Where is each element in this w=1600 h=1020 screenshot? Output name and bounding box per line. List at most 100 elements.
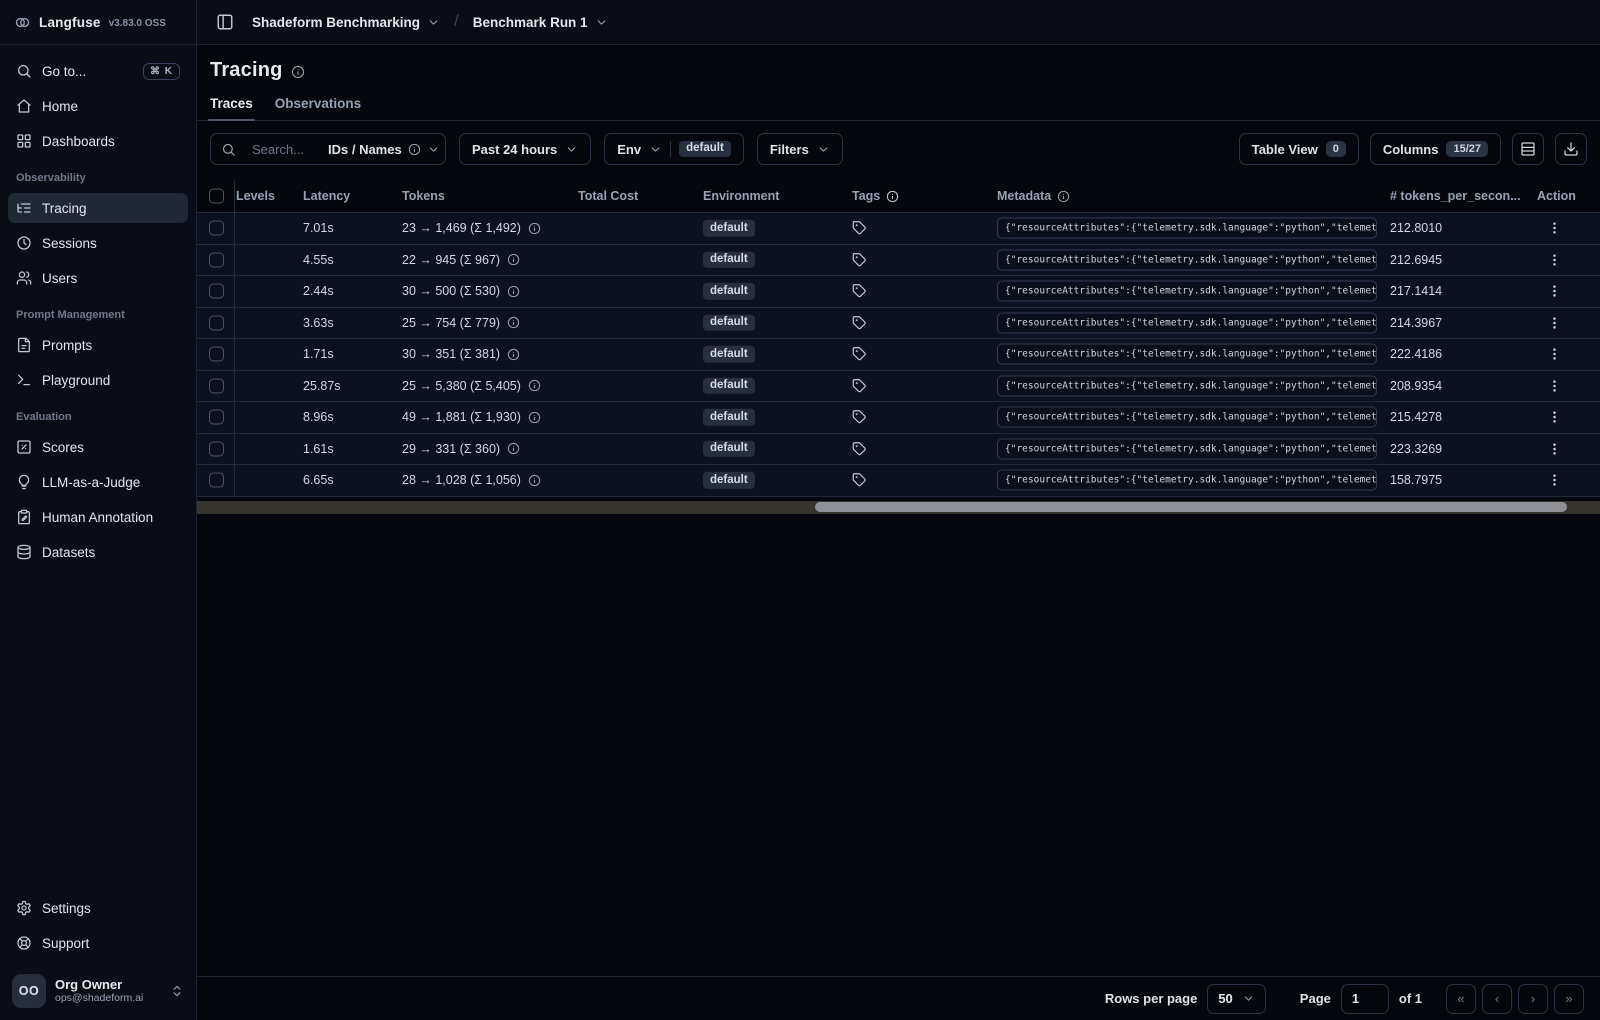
metadata-cell[interactable]: {"resourceAttributes":{"telemetry.sdk.la… (997, 217, 1377, 239)
info-icon[interactable] (507, 316, 520, 329)
table-row[interactable]: 4.55s 22 → 945 (Σ 967) default {"resourc… (197, 244, 1600, 276)
sidebar-item-human-annotation[interactable]: Human Annotation (8, 502, 188, 532)
row-height-button[interactable] (1512, 133, 1544, 165)
table-row[interactable]: 2.44s 30 → 500 (Σ 530) default {"resourc… (197, 276, 1600, 308)
sidebar-item-settings[interactable]: Settings (8, 893, 188, 923)
horizontal-scrollbar[interactable] (197, 500, 1600, 514)
sidebar-item-support[interactable]: Support (8, 928, 188, 958)
row-checkbox[interactable] (209, 441, 224, 457)
row-checkbox[interactable] (209, 252, 224, 268)
header-tokens-per-second[interactable]: # tokens_per_secon... (1390, 189, 1521, 203)
search-box[interactable]: IDs / Names (210, 133, 446, 165)
select-all-checkbox[interactable] (209, 188, 224, 204)
table-row[interactable]: 7.01s 23 → 1,469 (Σ 1,492) default {"res… (197, 213, 1600, 245)
info-icon[interactable] (528, 411, 541, 424)
row-actions-button[interactable] (1547, 473, 1562, 488)
tab-traces[interactable]: Traces (208, 96, 255, 121)
header-tokens[interactable]: Tokens (402, 189, 445, 203)
table-row[interactable]: 3.63s 25 → 754 (Σ 779) default {"resourc… (197, 307, 1600, 339)
sidebar-item-scores[interactable]: Scores (8, 432, 188, 462)
header-tags[interactable]: Tags (852, 189, 899, 203)
metadata-chip[interactable]: {"resourceAttributes":{"telemetry.sdk.la… (997, 280, 1377, 302)
metadata-cell[interactable]: {"resourceAttributes":{"telemetry.sdk.la… (997, 343, 1377, 365)
header-environment[interactable]: Environment (703, 189, 779, 203)
columns-button[interactable]: Columns 15/27 (1369, 133, 1501, 165)
tags-button[interactable] (852, 410, 867, 425)
info-icon[interactable] (507, 442, 520, 455)
metadata-cell[interactable]: {"resourceAttributes":{"telemetry.sdk.la… (997, 280, 1377, 302)
tags-button[interactable] (852, 252, 867, 267)
row-actions-button[interactable] (1547, 378, 1562, 393)
metadata-cell[interactable]: {"resourceAttributes":{"telemetry.sdk.la… (997, 406, 1377, 428)
info-icon[interactable] (528, 222, 541, 235)
metadata-chip[interactable]: {"resourceAttributes":{"telemetry.sdk.la… (997, 217, 1377, 239)
search-type-selector[interactable]: IDs / Names (328, 142, 440, 157)
env-filter-dropdown[interactable]: Env default (604, 133, 744, 165)
sidebar-item-datasets[interactable]: Datasets (8, 537, 188, 567)
filters-dropdown[interactable]: Filters (756, 133, 843, 165)
table-row[interactable]: 25.87s 25 → 5,380 (Σ 5,405) default {"re… (197, 370, 1600, 402)
row-checkbox[interactable] (209, 346, 224, 362)
metadata-cell[interactable]: {"resourceAttributes":{"telemetry.sdk.la… (997, 469, 1377, 491)
tags-button[interactable] (852, 378, 867, 393)
metadata-chip[interactable]: {"resourceAttributes":{"telemetry.sdk.la… (997, 406, 1377, 428)
tab-observations[interactable]: Observations (275, 96, 361, 120)
sidebar-item-dashboards[interactable]: Dashboards (8, 126, 188, 156)
header-latency[interactable]: Latency (303, 189, 350, 203)
sidebar-item-sessions[interactable]: Sessions (8, 228, 188, 258)
metadata-cell[interactable]: {"resourceAttributes":{"telemetry.sdk.la… (997, 249, 1377, 271)
page-number-input[interactable] (1340, 983, 1389, 1014)
first-page-button[interactable]: « (1446, 983, 1476, 1014)
metadata-cell[interactable]: {"resourceAttributes":{"telemetry.sdk.la… (997, 375, 1377, 397)
sidebar-item-home[interactable]: Home (8, 91, 188, 121)
row-checkbox[interactable] (209, 472, 224, 488)
header-metadata[interactable]: Metadata (997, 189, 1070, 203)
metadata-chip[interactable]: {"resourceAttributes":{"telemetry.sdk.la… (997, 438, 1377, 460)
info-icon[interactable] (528, 379, 541, 392)
metadata-chip[interactable]: {"resourceAttributes":{"telemetry.sdk.la… (997, 249, 1377, 271)
info-icon[interactable] (291, 65, 305, 79)
row-checkbox[interactable] (209, 378, 224, 394)
header-total-cost[interactable]: Total Cost (578, 189, 638, 203)
breadcrumb-run[interactable]: Benchmark Run 1 (473, 15, 608, 30)
info-icon[interactable] (886, 190, 899, 203)
user-menu[interactable]: OO Org Owner ops@shadeform.ai (0, 965, 196, 1020)
info-icon[interactable] (507, 253, 520, 266)
row-actions-button[interactable] (1547, 347, 1562, 362)
tags-button[interactable] (852, 441, 867, 456)
tags-button[interactable] (852, 315, 867, 330)
table-row[interactable]: 1.61s 29 → 331 (Σ 360) default {"resourc… (197, 433, 1600, 465)
search-input[interactable] (252, 141, 320, 157)
header-levels[interactable]: Levels (236, 189, 275, 203)
metadata-chip[interactable]: {"resourceAttributes":{"telemetry.sdk.la… (997, 343, 1377, 365)
previous-page-button[interactable]: ‹ (1482, 983, 1512, 1014)
metadata-cell[interactable]: {"resourceAttributes":{"telemetry.sdk.la… (997, 312, 1377, 334)
metadata-chip[interactable]: {"resourceAttributes":{"telemetry.sdk.la… (997, 469, 1377, 491)
table-row[interactable]: 1.71s 30 → 351 (Σ 381) default {"resourc… (197, 339, 1600, 371)
tags-button[interactable] (852, 221, 867, 236)
tags-button[interactable] (852, 347, 867, 362)
sidebar-item-users[interactable]: Users (8, 263, 188, 293)
info-icon[interactable] (1057, 190, 1070, 203)
metadata-cell[interactable]: {"resourceAttributes":{"telemetry.sdk.la… (997, 438, 1377, 460)
row-actions-button[interactable] (1547, 315, 1562, 330)
row-actions-button[interactable] (1547, 252, 1562, 267)
export-button[interactable] (1555, 133, 1587, 165)
last-page-button[interactable]: » (1554, 983, 1584, 1014)
scrollbar-thumb[interactable] (815, 502, 1567, 512)
row-actions-button[interactable] (1547, 284, 1562, 299)
info-icon[interactable] (528, 474, 541, 487)
table-view-button[interactable]: Table View 0 (1238, 133, 1359, 165)
sidebar-item-playground[interactable]: Playground (8, 365, 188, 395)
sidebar-toggle-button[interactable] (212, 9, 238, 35)
row-checkbox[interactable] (209, 220, 224, 236)
row-checkbox[interactable] (209, 409, 224, 425)
row-checkbox[interactable] (209, 283, 224, 299)
info-icon[interactable] (507, 348, 520, 361)
sidebar-item-prompts[interactable]: Prompts (8, 330, 188, 360)
row-actions-button[interactable] (1547, 221, 1562, 236)
row-checkbox[interactable] (209, 315, 224, 331)
tags-button[interactable] (852, 284, 867, 299)
sidebar-item-tracing[interactable]: Tracing (8, 193, 188, 223)
goto-search-button[interactable]: Go to... ⌘ K (8, 56, 188, 86)
